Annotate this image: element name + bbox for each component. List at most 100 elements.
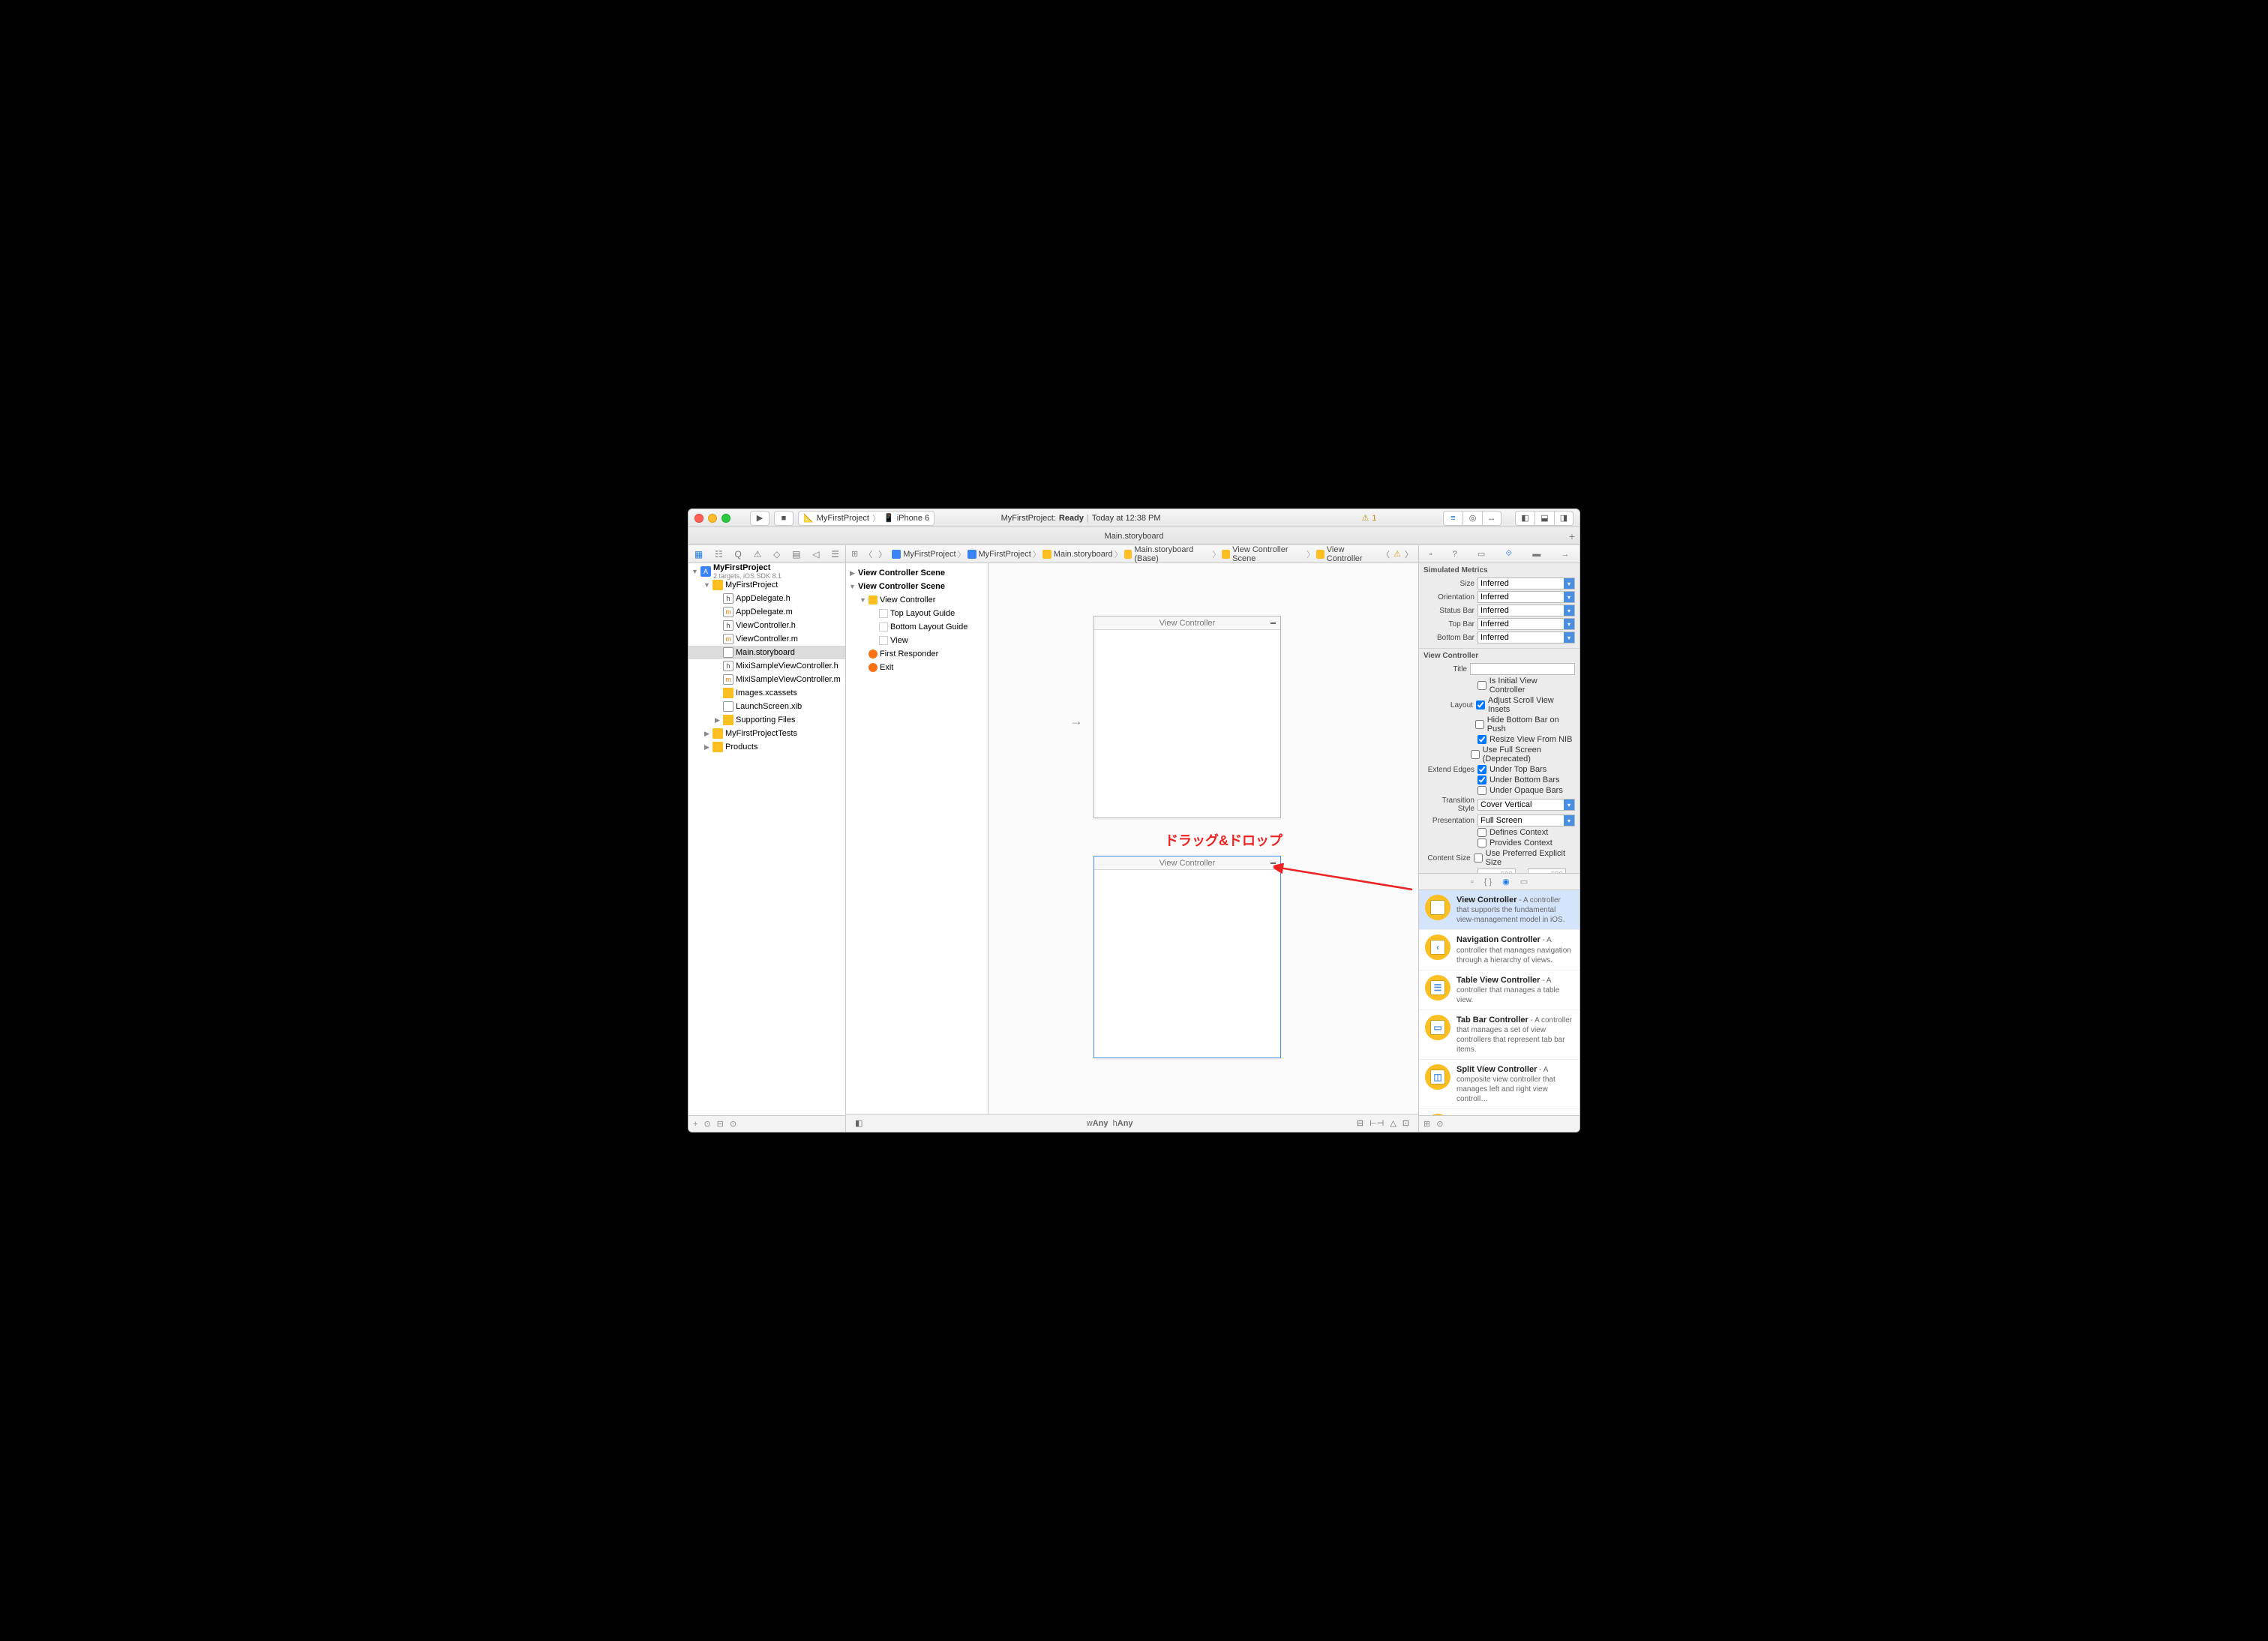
size-inspector-icon[interactable]: ▬	[1532, 550, 1540, 559]
lib-tab-bar-controller[interactable]: ▭Tab Bar Controller - A controller that …	[1419, 1010, 1580, 1060]
grid-view-icon[interactable]: ⊞	[1424, 1119, 1430, 1129]
bottombar-select[interactable]: Inferred▾	[1478, 632, 1575, 644]
run-button[interactable]: ▶	[750, 511, 770, 526]
size-select[interactable]: Inferred▾	[1478, 578, 1575, 590]
jump-issue-icon[interactable]: ⚠	[1394, 549, 1401, 559]
pin-button[interactable]: ⊢⊣	[1366, 1118, 1387, 1128]
topbar-select[interactable]: Inferred▾	[1478, 618, 1575, 630]
outline-Exit[interactable]: Exit	[846, 661, 988, 674]
adjust-insets-checkbox[interactable]	[1476, 700, 1485, 710]
code-snippet-icon[interactable]: { }	[1484, 878, 1492, 886]
fullscreen-checkbox[interactable]	[1471, 750, 1480, 759]
filter-icon[interactable]: ⊙	[1436, 1119, 1443, 1129]
jump-seg-3[interactable]: Main.storyboard (Base)	[1123, 545, 1213, 563]
minimize-button[interactable]	[708, 514, 717, 523]
standard-editor-button[interactable]: ≡	[1443, 511, 1462, 526]
resize-button[interactable]: ⊡	[1400, 1118, 1412, 1128]
lib-navigation-controller[interactable]: ‹Navigation Controller - A controller th…	[1419, 930, 1580, 970]
jump-seg-2[interactable]: Main.storyboard	[1041, 550, 1114, 559]
document-outline[interactable]: ▶View Controller Scene▼View Controller S…	[846, 563, 988, 1114]
attributes-inspector-icon[interactable]: ⟐	[1505, 549, 1512, 559]
outline-View Controller Scene[interactable]: ▶View Controller Scene	[846, 566, 988, 580]
opaque-checkbox[interactable]	[1478, 786, 1486, 795]
lib-table-view-controller[interactable]: ☰Table View Controller - A controller th…	[1419, 970, 1580, 1010]
outline-View Controller Scene[interactable]: ▼View Controller Scene	[846, 580, 988, 593]
file-template-icon[interactable]: ▫	[1471, 878, 1474, 886]
project-root[interactable]: ▼A MyFirstProject2 targets, iOS SDK 8.1	[688, 565, 845, 578]
storyboard-canvas[interactable]: View Controller▬ → View Controller▬ ドラッグ…	[988, 563, 1418, 1114]
file-inspector-icon[interactable]: ▫	[1430, 550, 1432, 559]
breakpoint-navigator-icon[interactable]: ◁	[812, 549, 819, 560]
transition-select[interactable]: Cover Vertical▾	[1478, 799, 1575, 811]
outline-First Responder[interactable]: First Responder	[846, 647, 988, 661]
close-button[interactable]	[694, 514, 704, 523]
under-top-checkbox[interactable]	[1478, 765, 1486, 774]
jump-seg-5[interactable]: View Controller	[1315, 545, 1378, 563]
filter-icon[interactable]: ⊟	[717, 1119, 724, 1129]
jump-prev-button[interactable]: 〈	[1379, 548, 1392, 560]
recent-icon[interactable]: ⊙	[704, 1119, 710, 1129]
warning-count[interactable]: 1	[1372, 514, 1376, 523]
zoom-button[interactable]	[722, 514, 730, 523]
file-MixiSampleViewController.h[interactable]: hMixiSampleViewController.h	[688, 659, 845, 673]
file-Main.storyboard[interactable]: Main.storyboard	[688, 646, 845, 659]
resolve-button[interactable]: △	[1387, 1118, 1399, 1128]
assistant-editor-button[interactable]: ◎	[1462, 511, 1482, 526]
file-Products[interactable]: ▶Products	[688, 740, 845, 754]
scheme-selector[interactable]: 📐MyFirstProject〉 📱iPhone 6	[798, 511, 934, 526]
hide-bottom-checkbox[interactable]	[1475, 720, 1484, 729]
project-tree[interactable]: ▼A MyFirstProject2 targets, iOS SDK 8.1 …	[688, 563, 845, 1115]
file-MixiSampleViewController.m[interactable]: mMixiSampleViewController.m	[688, 673, 845, 686]
find-navigator-icon[interactable]: Q	[735, 549, 742, 560]
align-button[interactable]: ⊟	[1354, 1118, 1366, 1128]
lib-page-view-controller[interactable]: ▯Page View Controller - Presents a seque…	[1419, 1109, 1580, 1115]
warning-icon[interactable]: ⚠	[1362, 513, 1370, 523]
view-controller-1[interactable]: View Controller▬	[1094, 616, 1281, 818]
stop-button[interactable]: ■	[774, 511, 794, 526]
jump-seg-0[interactable]: MyFirstProject	[890, 550, 957, 559]
initial-vc-checkbox[interactable]	[1478, 681, 1486, 690]
version-editor-button[interactable]: ↔	[1482, 511, 1502, 526]
identity-inspector-icon[interactable]: ▭	[1478, 549, 1485, 559]
issue-navigator-icon[interactable]: ⚠	[754, 549, 762, 560]
lib-split-view-controller[interactable]: ◫Split View Controller - A composite vie…	[1419, 1060, 1580, 1109]
debug-navigator-icon[interactable]: ▤	[792, 549, 800, 560]
scm-icon[interactable]: ⊙	[730, 1119, 736, 1129]
file-AppDelegate.m[interactable]: mAppDelegate.m	[688, 605, 845, 619]
jump-seg-4[interactable]: View Controller Scene	[1220, 545, 1306, 563]
toggle-utilities-button[interactable]: ◨	[1554, 511, 1574, 526]
file-AppDelegate.h[interactable]: hAppDelegate.h	[688, 592, 845, 605]
add-button[interactable]: +	[693, 1120, 698, 1129]
outline-View[interactable]: View	[846, 634, 988, 647]
size-class-control[interactable]: wAny hAny	[866, 1119, 1354, 1128]
presentation-select[interactable]: Full Screen▾	[1478, 814, 1575, 826]
statusbar-select[interactable]: Inferred▾	[1478, 604, 1575, 616]
toggle-debug-button[interactable]: ⬓	[1534, 511, 1554, 526]
defines-context-checkbox[interactable]	[1478, 828, 1486, 837]
forward-button[interactable]: 〉	[876, 548, 889, 560]
outline-toggle-button[interactable]: ◧	[852, 1118, 866, 1128]
connections-inspector-icon[interactable]: →	[1561, 550, 1569, 559]
library-list[interactable]: View Controller - A controller that supp…	[1419, 890, 1580, 1115]
outline-View Controller[interactable]: ▼View Controller	[846, 593, 988, 607]
related-items-icon[interactable]: ⊞	[849, 549, 860, 559]
symbol-navigator-icon[interactable]: ☷	[715, 549, 723, 560]
report-navigator-icon[interactable]: ☰	[831, 549, 839, 560]
jump-seg-1[interactable]: MyFirstProject	[966, 550, 1033, 559]
project-navigator-icon[interactable]: ▦	[694, 549, 703, 560]
jump-next-button[interactable]: 〉	[1402, 548, 1415, 560]
file-LaunchScreen.xib[interactable]: LaunchScreen.xib	[688, 700, 845, 713]
view-controller-2[interactable]: View Controller▬	[1094, 856, 1281, 1058]
outline-Bottom Layout Guide[interactable]: Bottom Layout Guide	[846, 620, 988, 634]
file-Supporting Files[interactable]: ▶Supporting Files	[688, 713, 845, 727]
file-ViewController.h[interactable]: hViewController.h	[688, 619, 845, 632]
file-MyFirstProject[interactable]: ▼MyFirstProject	[688, 578, 845, 592]
lib-view-controller[interactable]: View Controller - A controller that supp…	[1419, 890, 1580, 930]
quick-help-icon[interactable]: ?	[1453, 550, 1457, 559]
provides-context-checkbox[interactable]	[1478, 838, 1486, 848]
test-navigator-icon[interactable]: ◇	[773, 549, 780, 560]
resize-nib-checkbox[interactable]	[1478, 735, 1486, 744]
orientation-select[interactable]: Inferred▾	[1478, 591, 1575, 603]
file-MyFirstProjectTests[interactable]: ▶MyFirstProjectTests	[688, 727, 845, 740]
under-bottom-checkbox[interactable]	[1478, 776, 1486, 784]
